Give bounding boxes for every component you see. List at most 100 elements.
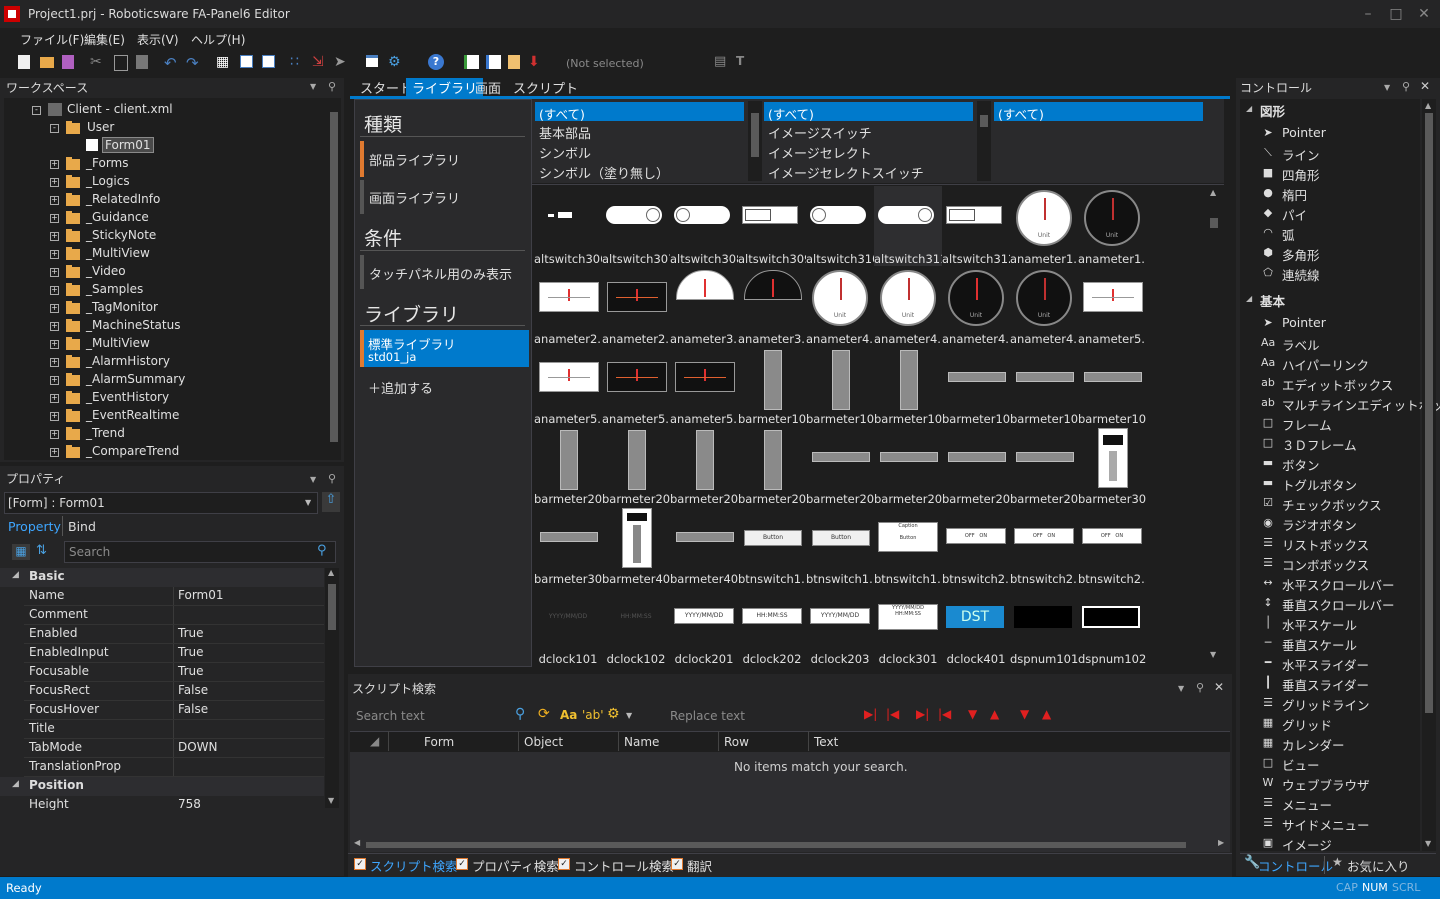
prop-row-height[interactable]: Height 758 xyxy=(0,796,324,810)
import-icon[interactable] xyxy=(484,54,501,70)
menu-edit[interactable]: 編集(E) xyxy=(84,31,125,48)
library-item[interactable]: Unit anameter4... xyxy=(806,266,874,346)
move-up-icon[interactable]: ▲ xyxy=(990,707,999,721)
menu-view[interactable]: 表示(V) xyxy=(137,31,179,48)
library-item[interactable]: altswitch309 xyxy=(738,186,806,266)
download-icon[interactable]: ⬇ xyxy=(528,54,544,70)
col-object[interactable]: Object xyxy=(524,735,563,749)
chevron-down-icon[interactable]: ▼ xyxy=(626,711,632,720)
search-icon[interactable]: ⚲ xyxy=(515,706,525,722)
library-item[interactable]: barmeter103 xyxy=(874,346,942,426)
control-item[interactable]: ┃ 垂直スライダー xyxy=(1240,673,1420,693)
add-library-button[interactable]: ＋追加する xyxy=(368,378,433,397)
export-icon[interactable] xyxy=(462,54,479,70)
menu-help[interactable]: ヘルプ(H) xyxy=(191,31,245,48)
open-folder-icon[interactable] xyxy=(38,54,54,70)
control-item[interactable]: ▬ トグルボタン xyxy=(1240,473,1420,493)
control-item[interactable]: ▬ ボタン xyxy=(1240,453,1420,473)
refresh-icon[interactable]: ⟳ xyxy=(538,706,550,722)
library-item[interactable]: barmeter106 xyxy=(1078,346,1146,426)
results-hscrollbar[interactable]: ◀ ▶ xyxy=(352,838,1228,850)
tab-bind[interactable]: Bind xyxy=(68,519,96,534)
maximize-button[interactable]: □ xyxy=(1386,6,1406,22)
library-item[interactable]: YYYY/MM/DD HH:MM:SS dclock301 xyxy=(874,586,942,666)
control-item[interactable]: ◆ パイ xyxy=(1240,203,1420,223)
sort-az-icon[interactable]: ⇅ xyxy=(36,543,47,558)
library-item[interactable]: OFF ON btnswitch2... xyxy=(1078,506,1146,586)
control-item[interactable]: ☰ リストボックス xyxy=(1240,533,1420,553)
library-item[interactable]: YYYY/MM/DD dclock101 xyxy=(534,586,602,666)
tab-property[interactable]: Property xyxy=(8,519,61,534)
property-search-input[interactable]: Search ⚲ xyxy=(64,541,336,563)
control-item[interactable]: ab エディットボックス xyxy=(1240,373,1420,393)
library-item[interactable]: OFF ON btnswitch2... xyxy=(1010,506,1078,586)
control-item[interactable]: □ ビュー xyxy=(1240,753,1420,773)
filter-list-1[interactable]: (すべて) 基本部品 シンボル シンボル（塗り無し） xyxy=(535,101,744,182)
panel-menu-chevron-icon[interactable]: ▼ xyxy=(310,475,316,484)
library-item[interactable]: anameter5... xyxy=(602,346,670,426)
library-item[interactable]: barmeter203 xyxy=(670,426,738,506)
property-scrollbar[interactable]: ▲ ▼ xyxy=(325,568,339,808)
grid-settings-icon[interactable]: ▦ xyxy=(216,54,232,70)
gear-icon[interactable]: ⚙ xyxy=(388,54,404,70)
library-item[interactable]: altswitch311 xyxy=(874,186,942,266)
control-item[interactable]: ☰ メニュー xyxy=(1240,793,1420,813)
panel-menu-chevron-icon[interactable]: ▼ xyxy=(310,82,316,91)
save-icon[interactable] xyxy=(60,54,76,70)
library-item[interactable]: HH:MM:SS dclock102 xyxy=(602,586,670,666)
control-item[interactable]: ◉ ラジオボタン xyxy=(1240,513,1420,533)
prop-row[interactable]: FocusRect False xyxy=(0,682,324,701)
library-standard[interactable]: 標準ライブラリ std01_ja xyxy=(360,330,529,367)
library-item[interactable]: Caption Button btnswitch1... xyxy=(874,506,942,586)
replace-input[interactable]: Replace text xyxy=(670,709,745,723)
library-item[interactable]: DST dclock401 xyxy=(942,586,1010,666)
control-item[interactable]: ▣ イメージ xyxy=(1240,833,1420,853)
add-window-icon[interactable] xyxy=(260,54,276,70)
library-item[interactable]: barmeter105 xyxy=(1010,346,1078,426)
control-item[interactable]: ■ 四角形 xyxy=(1240,163,1420,183)
gear-icon[interactable]: ⚙ xyxy=(607,706,620,722)
snap-grid-icon[interactable]: ∷ xyxy=(290,54,306,70)
library-item[interactable]: anameter3... xyxy=(670,266,738,346)
filter2-item[interactable]: イメージスイッチ xyxy=(768,123,872,142)
control-item[interactable]: ↔ 水平スクロールバー xyxy=(1240,573,1420,593)
library-item[interactable]: anameter5... xyxy=(1078,266,1146,346)
library-item[interactable]: YYYY/MM/DD dclock203 xyxy=(806,586,874,666)
tab-order-icon[interactable]: ⇲ xyxy=(312,54,328,70)
library-item[interactable]: Unit anameter1... xyxy=(1010,186,1078,266)
filter-list-3[interactable]: (すべて) xyxy=(994,101,1203,181)
help-icon[interactable]: ? xyxy=(428,54,444,70)
library-item[interactable]: anameter2... xyxy=(602,266,670,346)
library-item[interactable]: Unit anameter1... xyxy=(1078,186,1146,266)
pointer-tool-icon[interactable]: ➤ xyxy=(334,54,350,70)
library-item[interactable]: barmeter201 xyxy=(534,426,602,506)
library-item[interactable]: barmeter202 xyxy=(602,426,670,506)
filter2-scrollbar[interactable] xyxy=(977,101,991,181)
col-form[interactable]: Form xyxy=(424,735,454,749)
filter1-item-all[interactable]: (すべて) xyxy=(535,102,744,122)
redo-icon[interactable]: ↷ xyxy=(186,54,202,72)
library-item[interactable]: barmeter302 xyxy=(534,506,602,586)
script-search-input[interactable]: Search text xyxy=(356,709,425,723)
library-item[interactable]: dspnum102 xyxy=(1078,586,1146,666)
prop-row[interactable]: Comment xyxy=(0,606,324,625)
library-item[interactable]: Unit anameter4... xyxy=(874,266,942,346)
library-item[interactable]: barmeter104 xyxy=(942,346,1010,426)
library-item[interactable]: Unit anameter4... xyxy=(1010,266,1078,346)
control-item[interactable]: □ ３Ｄフレーム xyxy=(1240,433,1420,453)
control-item[interactable]: ☑ チェックボックス xyxy=(1240,493,1420,513)
prop-row[interactable]: Title xyxy=(0,720,324,739)
match-case-icon[interactable]: Aa xyxy=(560,708,577,722)
col-row[interactable]: Row xyxy=(724,735,749,749)
tab-screen[interactable]: 画面 xyxy=(475,78,501,97)
library-item[interactable]: barmeter401 xyxy=(602,506,670,586)
group-basic[interactable]: ◢ Basic xyxy=(0,568,324,587)
group-position[interactable]: ◢ Position xyxy=(0,777,324,796)
filter2-item[interactable]: イメージセレクトスイッチ xyxy=(768,163,924,182)
control-item[interactable]: ▦ カレンダー xyxy=(1240,733,1420,753)
prop-row[interactable]: TabMode DOWN xyxy=(0,739,324,758)
control-item[interactable]: ━ 水平スライダー xyxy=(1240,653,1420,673)
categorized-icon[interactable]: ▦ xyxy=(12,544,30,560)
control-item[interactable]: ☰ コンボボックス xyxy=(1240,553,1420,573)
library-item[interactable]: anameter5... xyxy=(670,346,738,426)
